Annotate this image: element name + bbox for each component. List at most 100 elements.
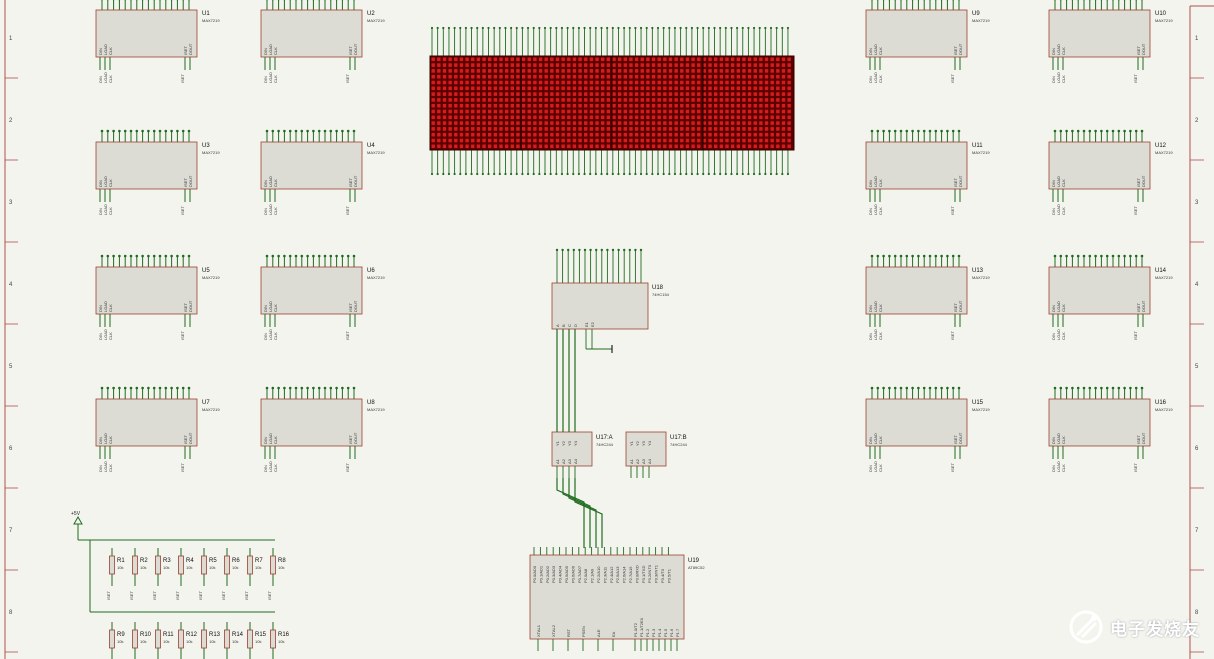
led-dot [623,103,627,108]
led-dot [657,69,661,73]
led-dot [725,144,729,149]
led-dot [629,109,633,114]
led-dot [657,144,661,149]
led-dot [567,121,571,125]
led-dot [730,121,735,125]
led-dot [448,132,452,137]
led-dot [776,103,780,108]
led-dot [510,115,514,120]
led-dot [646,80,650,85]
pin-end [118,386,121,390]
pin-label: P3.5/T1 [666,568,671,583]
led-dot [617,74,622,79]
resistor-ref: R14 [232,632,244,638]
led-dot [714,80,718,85]
pin-label: P1.7 [675,628,680,637]
pin-end [147,386,150,390]
resistor-body [109,555,115,575]
led-dot [612,109,616,114]
led-dot [634,103,639,108]
net-label: CLK [878,332,883,340]
led-dot [555,109,560,114]
pin-end [294,129,298,133]
led-dot [697,63,701,67]
led-dot [708,74,712,79]
matrix-pin-end [538,172,541,176]
pin-end [112,129,115,133]
pin-label: P0.5/AD5 [564,565,569,583]
pin-end [1082,386,1086,390]
pin-end [1100,129,1103,133]
led-dot [504,92,509,96]
led-dot [544,69,548,73]
led-dot [516,80,520,85]
led-dot [567,138,571,143]
matrix-pin-end [634,172,637,176]
pin-end [147,254,150,258]
led-dot [634,57,639,62]
pin-end [112,254,115,258]
pin-end [888,129,891,133]
matrix-pin-end [487,26,490,30]
led-dot [601,63,605,67]
max7219-chip: ABCDEFGDPDIG0DIG1DIG2DIG3DIG4DIG5DIG6DIG… [865,254,990,340]
led-dot [759,103,763,108]
led-dot [538,138,543,143]
led-dot [589,80,594,85]
led-dot [459,115,464,120]
led-dot [787,63,791,67]
led-dot [685,92,690,96]
led-dot [663,80,667,85]
led-dot [730,132,735,137]
led-dot [504,74,509,79]
pin-end [152,386,156,390]
led-dot [538,132,543,137]
matrix-pin-end [639,26,643,30]
led-dot [651,63,656,67]
max7219-chip: ABCDEFGDPDIG0DIG1DIG2DIG3DIG4DIG5DIG6DIG… [260,254,385,340]
led-dot [691,63,695,67]
led-dot [753,92,757,96]
led-dot [482,98,486,102]
led-dot [476,92,481,96]
led-dot [544,74,548,79]
led-dot [719,127,724,131]
led-dot [584,92,588,96]
led-dot [431,138,435,143]
led-dot [781,115,786,120]
led-dot [550,92,554,96]
led-dot [431,92,435,96]
pin-end [1082,254,1086,258]
pin-label: P0.0/AD0 [532,565,537,583]
led-dot [454,98,458,102]
led-dot [533,86,537,91]
led-dot [634,74,639,79]
led-dot [730,86,735,91]
led-dot [431,121,435,125]
led-dot [431,57,435,62]
matrix-pin-end [781,26,784,30]
pin-end [1117,129,1121,133]
pin-end [946,254,949,258]
led-dot [601,69,605,73]
led-dot [555,92,560,96]
led-dot [770,98,774,102]
led-dot [742,86,746,91]
matrix-pin-end [504,172,507,176]
led-dot [651,109,656,114]
led-dot [572,103,577,108]
chip-type: MAX7219 [367,150,385,155]
led-dot [674,127,678,131]
resistor-value: 10k [255,565,261,570]
buffer-chip: U17:A74HC244Y1A1Y2A2Y3A3Y4A4 [551,431,614,478]
led-dot [521,74,526,79]
led-dot [488,109,492,114]
pin-end [106,129,110,133]
matrix-pin-end [690,172,694,176]
led-dot [759,127,763,131]
led-dot [527,109,531,114]
pin-end [870,386,874,390]
pin-end [352,129,356,133]
led-dot [488,98,492,102]
led-dot [488,57,492,62]
